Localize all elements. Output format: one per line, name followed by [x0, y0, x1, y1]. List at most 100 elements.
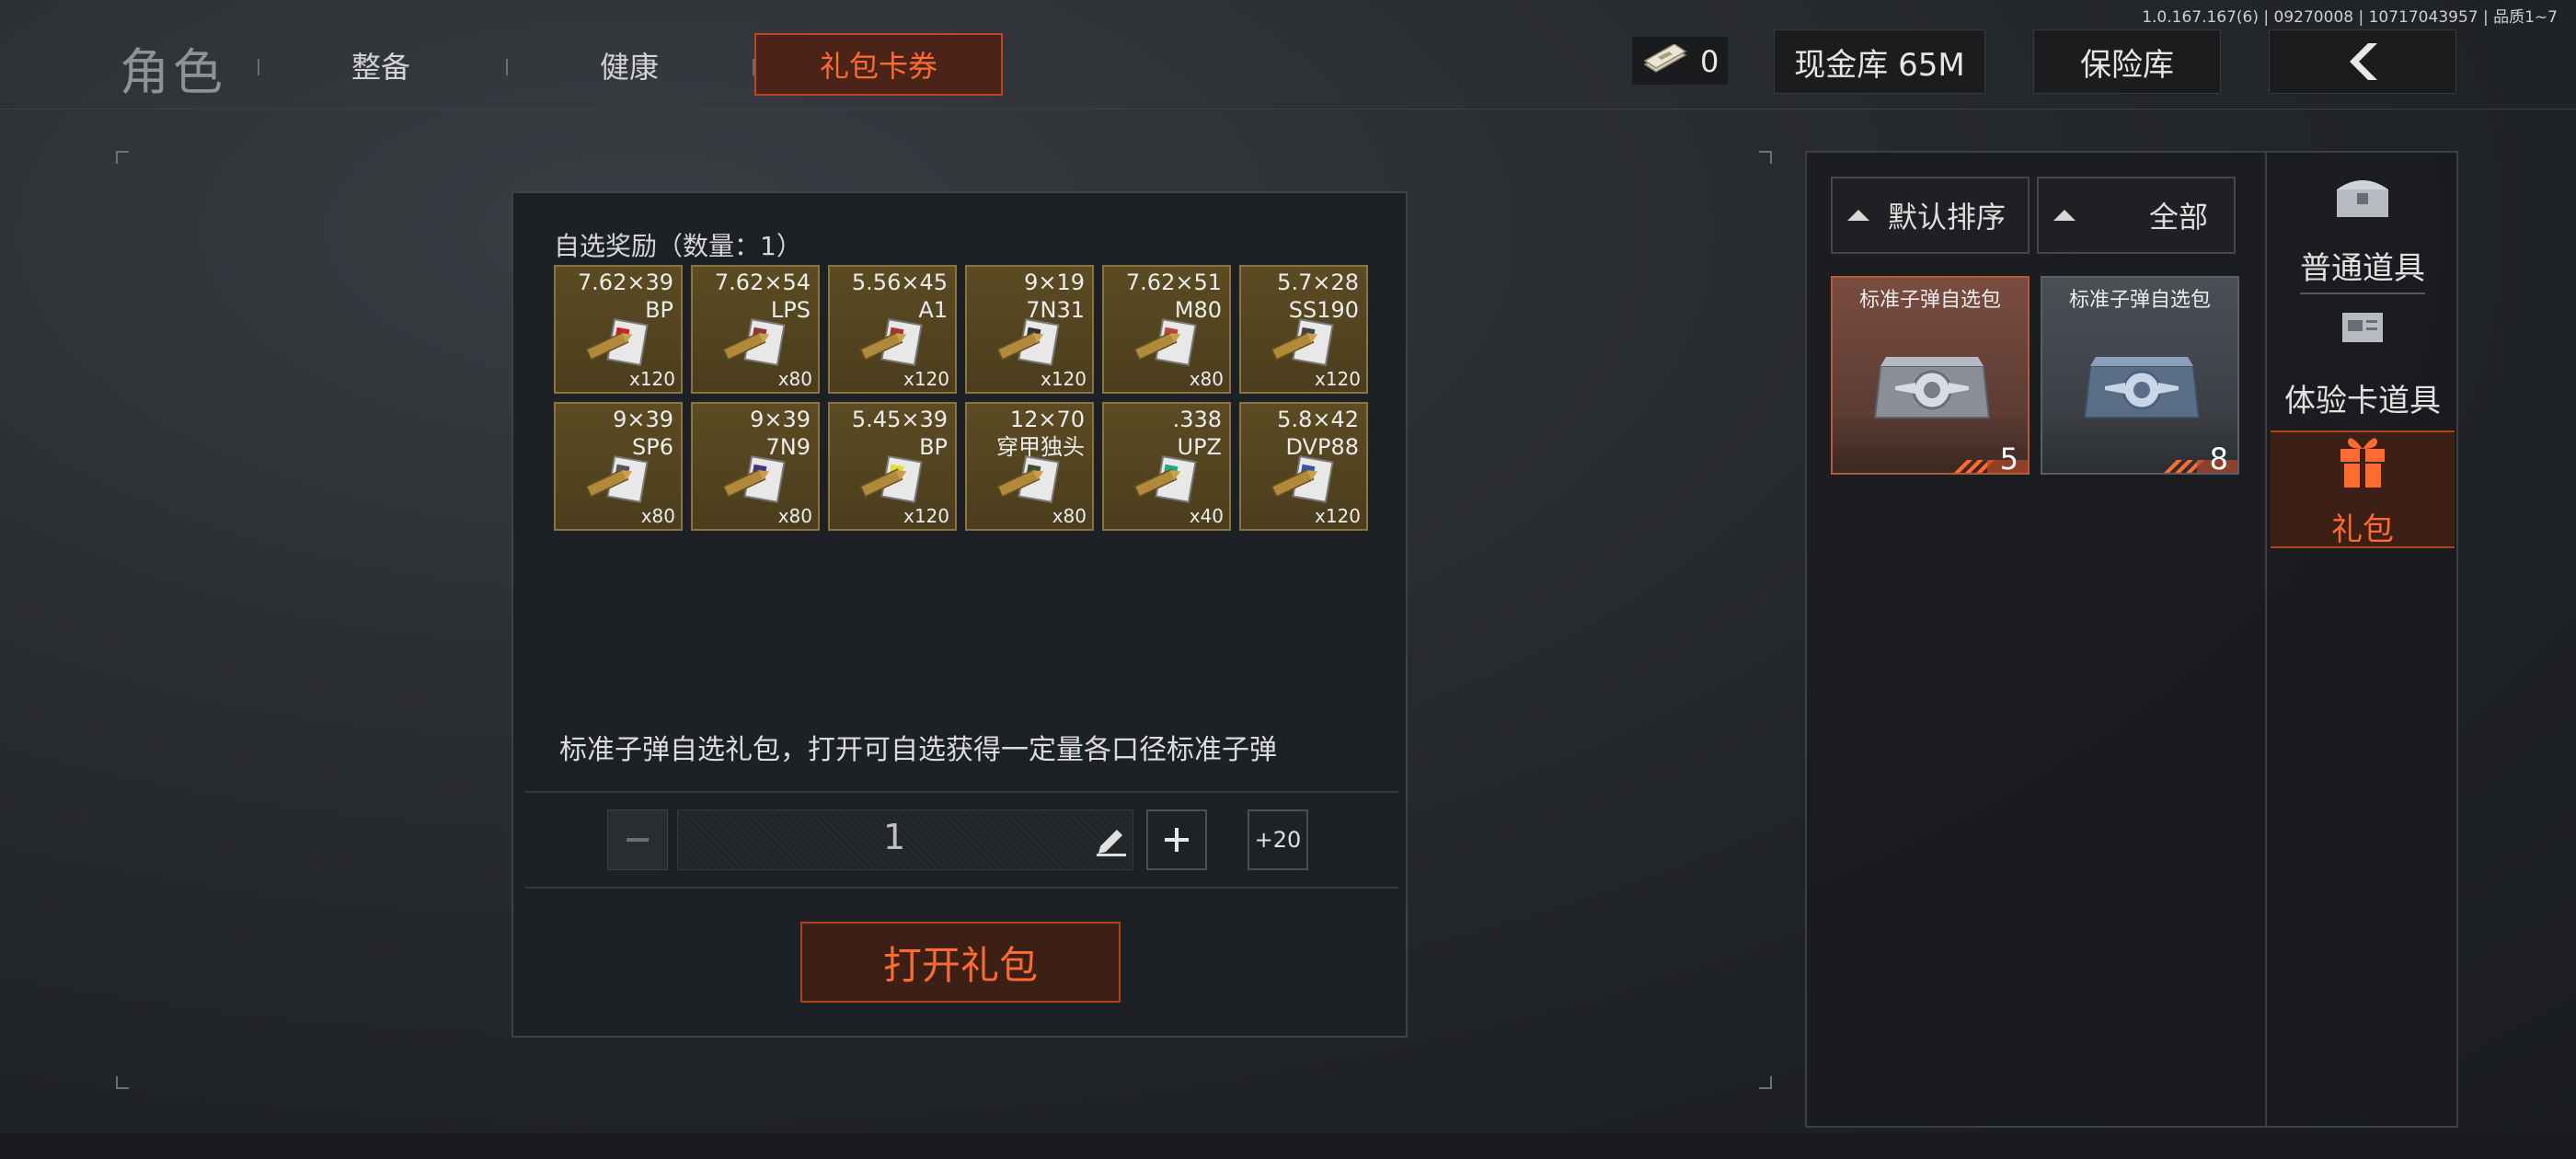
- ammo-box-icon: [1873, 357, 1991, 419]
- quantity-value: 1: [883, 817, 906, 857]
- plus-icon: [1165, 828, 1189, 852]
- item-quantity: x80: [640, 505, 675, 527]
- item-caliber: 7.62×54: [714, 270, 811, 295]
- nav-title[interactable]: 角色: [120, 31, 226, 104]
- inventory-card-selected[interactable]: 标准子弹自选包 5: [1831, 276, 2030, 475]
- divider: [2300, 293, 2425, 294]
- reward-item[interactable]: 5.7×28 SS190 x120: [1239, 265, 1368, 394]
- minus-icon: [627, 838, 649, 842]
- item-quantity: x40: [1189, 505, 1224, 527]
- item-caliber: .338: [1172, 407, 1222, 432]
- back-button[interactable]: [2269, 29, 2456, 94]
- item-quantity: x120: [1314, 505, 1361, 527]
- filter-label: 全部: [2149, 200, 2209, 235]
- item-caliber: 7.62×51: [1125, 270, 1222, 295]
- category-trial-cards[interactable]: 体验卡道具: [2269, 304, 2456, 423]
- cash-stack-icon: [1643, 44, 1687, 73]
- decrease-button[interactable]: [607, 809, 668, 870]
- inventory-divider: [2265, 153, 2267, 1126]
- item-caliber: 5.7×28: [1277, 270, 1359, 295]
- item-caliber: 5.45×39: [851, 407, 948, 432]
- package-description: 标准子弹自选礼包，打开可自选获得一定量各口径标准子弹: [559, 734, 1277, 766]
- item-code: 7N31: [1026, 297, 1085, 323]
- item-code: BP: [919, 434, 948, 460]
- cash-value: 0: [1700, 44, 1719, 79]
- reward-item[interactable]: 7.62×51 M80 x80: [1102, 265, 1231, 394]
- item-quantity: x80: [1189, 368, 1224, 390]
- item-code: SS190: [1288, 297, 1359, 323]
- item-code: LPS: [770, 297, 811, 323]
- card-icon: [2342, 313, 2383, 342]
- reward-item[interactable]: 12×70 穿甲独头 x80: [965, 402, 1094, 531]
- reward-item[interactable]: 7.62×54 LPS x80: [691, 265, 820, 394]
- corner-bracket: [116, 151, 129, 164]
- add-twenty-button[interactable]: +20: [1248, 809, 1308, 870]
- item-code: BP: [645, 297, 673, 323]
- back-chevron-icon: [2350, 43, 2377, 80]
- item-quantity: x120: [628, 368, 675, 390]
- reward-item[interactable]: 5.45×39 BP x120: [828, 402, 957, 531]
- filter-dropdown[interactable]: 全部: [2037, 177, 2236, 254]
- item-quantity: x80: [777, 505, 812, 527]
- category-label: 体验卡道具: [2284, 383, 2441, 419]
- reward-item[interactable]: 9×19 7N31 x120: [965, 265, 1094, 394]
- reward-item[interactable]: 7.62×39 BP x120: [554, 265, 683, 394]
- item-quantity: x120: [1314, 368, 1361, 390]
- tab-gift-cards[interactable]: 礼包卡券: [754, 33, 1003, 96]
- reward-panel-title: 自选奖励（数量：1）: [554, 231, 802, 261]
- sort-label: 默认排序: [1888, 200, 2007, 235]
- ammo-box-icon: [2083, 357, 2201, 419]
- item-code: 穿甲独头: [996, 434, 1085, 460]
- sort-dropdown[interactable]: 默认排序: [1831, 177, 2030, 254]
- chest-icon: [2337, 180, 2388, 217]
- reward-item[interactable]: 9×39 SP6 x80: [554, 402, 683, 531]
- item-caliber: 9×19: [1024, 270, 1085, 295]
- edit-pencil-icon[interactable]: [1093, 820, 1130, 857]
- tab-separator: [506, 59, 508, 75]
- reward-item[interactable]: 5.56×45 A1 x120: [828, 265, 957, 394]
- item-caliber: 5.56×45: [851, 270, 948, 295]
- inventory-card[interactable]: 标准子弹自选包 8: [2041, 276, 2239, 475]
- item-code: UPZ: [1177, 434, 1222, 460]
- item-code: M80: [1174, 297, 1222, 323]
- item-caliber: 12×70: [1009, 407, 1085, 432]
- tab-equip[interactable]: 整备: [298, 44, 464, 86]
- corner-bracket: [1759, 151, 1772, 164]
- category-label: 礼包: [2331, 511, 2394, 548]
- item-caliber: 9×39: [613, 407, 673, 432]
- bottom-bar: [0, 1133, 2576, 1159]
- category-gift-packs[interactable]: 礼包: [2269, 430, 2456, 550]
- increase-button[interactable]: [1146, 809, 1207, 870]
- divider: [524, 887, 1398, 889]
- caret-up-icon: [1847, 210, 1869, 221]
- item-caliber: 7.62×39: [577, 270, 673, 295]
- item-code: 7N9: [765, 434, 811, 460]
- item-quantity: x80: [777, 368, 812, 390]
- reward-item[interactable]: 9×39 7N9 x80: [691, 402, 820, 531]
- cash-vault-button[interactable]: 现金库 65M: [1774, 29, 1985, 94]
- corner-bracket: [1759, 1076, 1772, 1089]
- card-name: 标准子弹自选包: [2068, 289, 2211, 312]
- reward-item[interactable]: .338 UPZ x40: [1102, 402, 1231, 531]
- caret-up-icon: [2053, 210, 2076, 221]
- item-quantity: x120: [903, 505, 949, 527]
- open-package-button[interactable]: 打开礼包: [800, 922, 1121, 1003]
- item-code: DVP88: [1285, 434, 1360, 460]
- safe-vault-button[interactable]: 保险库: [2033, 29, 2221, 94]
- card-count: 5: [1999, 442, 2018, 475]
- gift-icon: [2340, 438, 2385, 488]
- item-code: A1: [918, 297, 948, 323]
- tab-health[interactable]: 健康: [546, 44, 712, 86]
- item-quantity: x80: [1052, 505, 1087, 527]
- card-count: 8: [2209, 442, 2228, 475]
- corner-bracket: [116, 1076, 129, 1089]
- divider: [524, 791, 1398, 793]
- category-label: 普通道具: [2300, 250, 2425, 287]
- item-quantity: x120: [903, 368, 949, 390]
- reward-item[interactable]: 5.8×42 DVP88 x120: [1239, 402, 1368, 531]
- tab-separator: [258, 59, 259, 75]
- item-quantity: x120: [1040, 368, 1087, 390]
- category-normal-items[interactable]: 普通道具: [2269, 166, 2456, 304]
- item-code: SP6: [632, 434, 673, 460]
- card-name: 标准子弹自选包: [1858, 289, 2001, 312]
